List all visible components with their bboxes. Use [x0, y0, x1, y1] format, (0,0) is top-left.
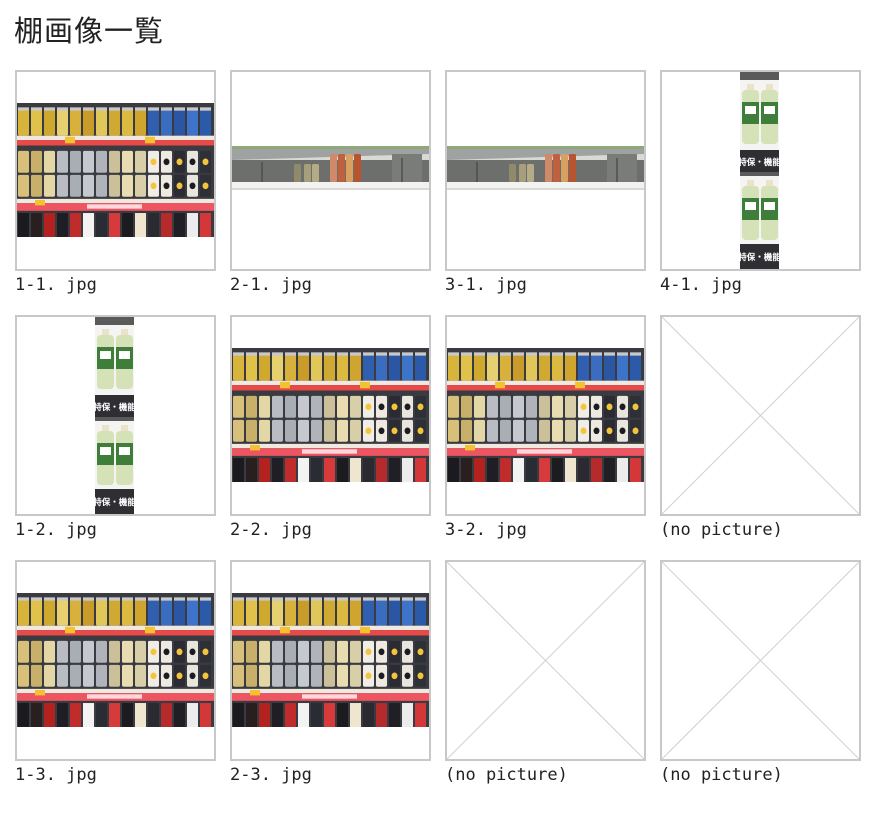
thumbnail-frame[interactable]: [445, 70, 646, 271]
shelf-photo: [447, 348, 644, 482]
image-filename: 2-3. jpg: [230, 765, 312, 785]
image-tile[interactable]: 特保・機能 特保・機能 1-2. jpg: [15, 315, 216, 560]
shelf-photo: [232, 593, 429, 727]
svg-text:特保・機能: 特保・機能: [740, 252, 779, 263]
shelf-photo: 特保・機能 特保・機能: [740, 72, 779, 269]
page-title: 棚画像一覧: [14, 14, 165, 48]
thumbnail-frame[interactable]: [230, 560, 431, 761]
image-filename: (no picture): [445, 765, 568, 785]
thumbnail-frame[interactable]: [230, 70, 431, 271]
shelf-photo: 特保・機能 特保・機能: [95, 317, 134, 514]
shelf-photo: [447, 146, 644, 190]
svg-text:特保・機能: 特保・機能: [95, 497, 134, 508]
thumbnail-frame[interactable]: [660, 315, 861, 516]
image-tile[interactable]: 3-1. jpg: [445, 70, 646, 315]
image-filename: (no picture): [660, 520, 783, 540]
image-filename: 1-3. jpg: [15, 765, 97, 785]
svg-text:特保・機能: 特保・機能: [95, 402, 134, 413]
image-tile[interactable]: 1-1. jpg: [15, 70, 216, 315]
image-filename: 1-2. jpg: [15, 520, 97, 540]
no-picture-placeholder: [447, 562, 644, 759]
thumbnail-frame[interactable]: [445, 560, 646, 761]
image-tile[interactable]: 2-3. jpg: [230, 560, 431, 805]
image-tile[interactable]: (no picture): [445, 560, 646, 805]
image-tile[interactable]: 特保・機能 特保・機能 4-1. jpg: [660, 70, 861, 315]
image-tile[interactable]: (no picture): [660, 315, 861, 560]
shelf-photo: [17, 103, 214, 237]
shelf-photo: [17, 593, 214, 727]
thumbnail-frame[interactable]: 特保・機能 特保・機能: [15, 315, 216, 516]
image-tile[interactable]: 2-2. jpg: [230, 315, 431, 560]
shelf-photo: [232, 146, 429, 190]
thumbnail-frame[interactable]: [15, 70, 216, 271]
image-tile[interactable]: 1-3. jpg: [15, 560, 216, 805]
image-filename: 3-2. jpg: [445, 520, 527, 540]
image-filename: 1-1. jpg: [15, 275, 97, 295]
no-picture-placeholder: [662, 562, 859, 759]
image-tile[interactable]: 2-1. jpg: [230, 70, 431, 315]
image-tile[interactable]: 3-2. jpg: [445, 315, 646, 560]
thumbnail-frame[interactable]: [660, 560, 861, 761]
image-tile[interactable]: (no picture): [660, 560, 861, 805]
image-filename: 2-2. jpg: [230, 520, 312, 540]
shelf-photo: [232, 348, 429, 482]
thumbnail-frame[interactable]: [230, 315, 431, 516]
image-filename: 3-1. jpg: [445, 275, 527, 295]
svg-text:特保・機能: 特保・機能: [740, 157, 779, 168]
image-filename: 2-1. jpg: [230, 275, 312, 295]
thumbnail-frame[interactable]: 特保・機能 特保・機能: [660, 70, 861, 271]
image-filename: (no picture): [660, 765, 783, 785]
thumbnail-frame[interactable]: [15, 560, 216, 761]
image-filename: 4-1. jpg: [660, 275, 742, 295]
thumbnail-frame[interactable]: [445, 315, 646, 516]
no-picture-placeholder: [662, 317, 859, 514]
image-grid: 1-1. jpg 2-1. jpg 3-1. jpg 特保・機能 特保・機能 4-…: [15, 70, 861, 805]
